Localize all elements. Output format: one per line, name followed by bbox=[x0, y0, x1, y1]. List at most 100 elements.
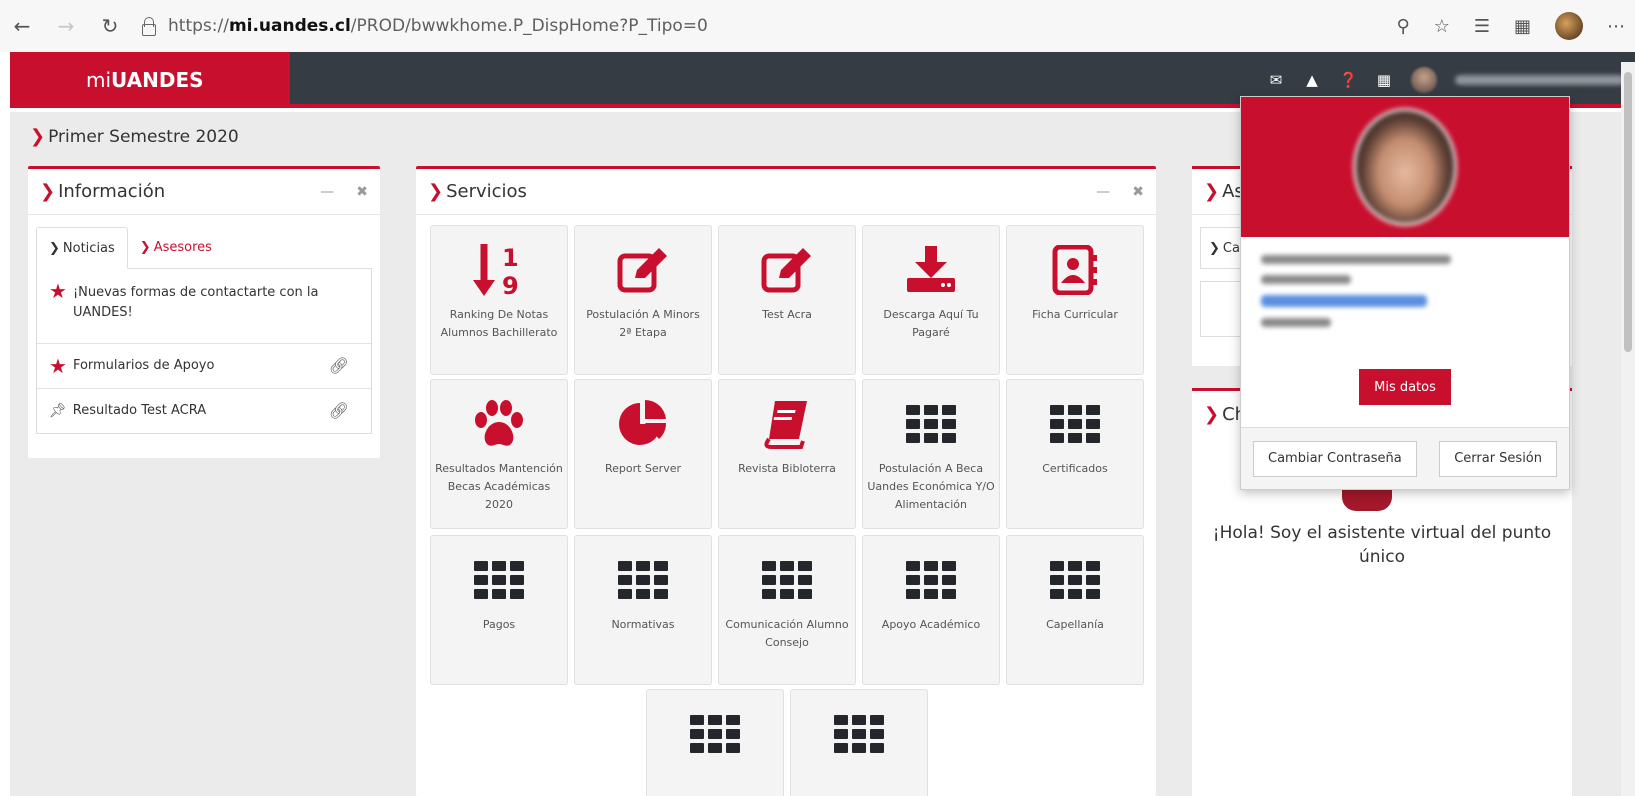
browser-toolbar: ← → ↻ https://mi.uandes.cl/PROD/bwwkhome… bbox=[0, 0, 1635, 52]
grid-icon bbox=[791, 706, 927, 762]
blurred-line bbox=[1261, 255, 1451, 264]
brand-logo[interactable]: mi UANDES bbox=[10, 52, 290, 108]
news-list: ★ ¡Nuevas formas de contactarte con la U… bbox=[36, 269, 372, 434]
service-tile[interactable] bbox=[646, 689, 784, 796]
info-panel-title: Información bbox=[58, 181, 166, 202]
contact-book-icon bbox=[1007, 242, 1143, 298]
page-scrollbar[interactable] bbox=[1621, 62, 1635, 796]
service-tile-ranking[interactable]: 19 Ranking De Notas Alumnos Bachillerato bbox=[430, 225, 568, 375]
sort-numeric-icon: 19 bbox=[431, 242, 567, 298]
mis-datos-button[interactable]: Mis datos bbox=[1359, 369, 1451, 405]
service-tile-pagos[interactable]: Pagos bbox=[430, 535, 568, 685]
browser-profile-avatar[interactable] bbox=[1555, 12, 1583, 40]
key-icon[interactable]: ⚲ bbox=[1397, 16, 1410, 37]
service-tile-normativas[interactable]: Normativas bbox=[574, 535, 712, 685]
service-tile-becas[interactable]: Resultados Mantención Becas Académicas 2… bbox=[430, 379, 568, 529]
calendar-icon[interactable]: ▦ bbox=[1375, 71, 1393, 89]
scrollbar-thumb[interactable] bbox=[1624, 72, 1632, 352]
tab-noticias[interactable]: ❯ Noticias bbox=[36, 227, 128, 269]
news-item[interactable]: ★ ¡Nuevas formas de contactarte con la U… bbox=[37, 269, 371, 343]
minimize-icon[interactable]: — bbox=[320, 184, 334, 200]
profile-info-blurred bbox=[1241, 237, 1569, 356]
change-password-button[interactable]: Cambiar Contraseña bbox=[1253, 440, 1417, 477]
service-tile-label: Apoyo Académico bbox=[881, 618, 981, 631]
services-panel: ❯ Servicios — ✖ 19 Ranking De Notas Alumno… bbox=[416, 166, 1156, 796]
tab-label: Noticias bbox=[62, 240, 115, 256]
news-item[interactable]: 📌︎ Resultado Test ACRA 🔗︎ bbox=[37, 388, 371, 433]
service-tile-apoyo[interactable]: Apoyo Académico bbox=[862, 535, 1000, 685]
blurred-email-line bbox=[1261, 295, 1427, 307]
user-menu-footer: Cambiar Contraseña Cerrar Sesión bbox=[1241, 427, 1569, 489]
grid-icon bbox=[719, 552, 855, 608]
service-tile-minors[interactable]: Postulación A Minors 2ª Etapa bbox=[574, 225, 712, 375]
minimize-icon[interactable]: — bbox=[1096, 184, 1110, 200]
grid-icon bbox=[647, 706, 783, 762]
url-host: mi.uandes.cl bbox=[228, 16, 351, 36]
user-name-blurred[interactable] bbox=[1455, 75, 1625, 85]
chevron-right-icon: ❯ bbox=[428, 181, 444, 202]
pin-icon: 📌︎ bbox=[49, 403, 67, 419]
user-avatar[interactable] bbox=[1411, 67, 1437, 93]
brand-prefix: mi bbox=[86, 68, 112, 92]
service-tile-bibloterra[interactable]: Revista Bibloterra bbox=[718, 379, 856, 529]
service-tile-label: Ranking De Notas Alumnos Bachillerato bbox=[440, 308, 558, 339]
service-tile-report-server[interactable]: Report Server bbox=[574, 379, 712, 529]
logout-button[interactable]: Cerrar Sesión bbox=[1439, 440, 1557, 477]
favorites-list-icon[interactable]: ☰ bbox=[1474, 16, 1490, 37]
service-tile-label: Ficha Curricular bbox=[1032, 308, 1118, 321]
chevron-right-icon: ❯ bbox=[1204, 403, 1220, 425]
paw-icon bbox=[431, 396, 567, 452]
blurred-line bbox=[1261, 275, 1351, 284]
service-tile-beca-uandes[interactable]: Postulación A Beca Uandes Económica Y/O … bbox=[862, 379, 1000, 529]
service-tile-pagare[interactable]: Descarga Aquí Tu Pagaré bbox=[862, 225, 1000, 375]
help-icon[interactable]: ❓ bbox=[1339, 71, 1358, 89]
service-tile-label: Pagos bbox=[482, 618, 516, 631]
reload-icon[interactable]: ↻ bbox=[88, 6, 132, 46]
service-tile-label: Report Server bbox=[604, 462, 682, 475]
star-icon: ★ bbox=[49, 354, 67, 378]
service-tile-label: Postulación A Beca Uandes Económica Y/O … bbox=[867, 462, 995, 511]
news-item[interactable]: ★ Formularios de Apoyo 🔗︎ bbox=[37, 343, 371, 388]
tab-label: Asesores bbox=[153, 240, 212, 255]
grid-icon bbox=[1007, 396, 1143, 452]
graduation-cap-icon[interactable]: ▲ bbox=[1303, 71, 1321, 89]
chatbot-logo bbox=[1342, 489, 1392, 511]
forward-icon[interactable]: → bbox=[44, 6, 88, 46]
service-tile-capellania[interactable]: Capellanía bbox=[1006, 535, 1144, 685]
user-dropdown-menu: Mis datos Cambiar Contraseña Cerrar Sesi… bbox=[1240, 96, 1570, 490]
mail-icon[interactable]: ✉ bbox=[1267, 71, 1285, 89]
news-item-label: Resultado Test ACRA bbox=[72, 403, 207, 418]
service-tile-test-acra[interactable]: Test Acra bbox=[718, 225, 856, 375]
close-icon[interactable]: ✖ bbox=[1132, 184, 1144, 200]
news-item-label: ¡Nuevas formas de contactarte con la UAN… bbox=[72, 285, 319, 320]
service-tile-label: Postulación A Minors 2ª Etapa bbox=[586, 308, 700, 339]
service-tile[interactable] bbox=[790, 689, 928, 796]
star-icon: ★ bbox=[49, 279, 67, 303]
pie-chart-icon bbox=[575, 396, 711, 452]
service-tile-comunicacion[interactable]: Comunicación Alumno Consejo bbox=[718, 535, 856, 685]
grid-icon bbox=[863, 552, 999, 608]
book-icon bbox=[719, 396, 855, 452]
url-path: /PROD/bwwkhome.P_DispHome?P_Tipo=0 bbox=[350, 16, 708, 36]
tab-asesores[interactable]: ❯ Asesores bbox=[128, 227, 224, 268]
grid-icon bbox=[863, 396, 999, 452]
info-tabs: ❯ Noticias ❯ Asesores bbox=[36, 227, 372, 269]
back-icon[interactable]: ← bbox=[0, 6, 44, 46]
service-tile-label: Revista Bibloterra bbox=[738, 462, 836, 475]
address-bar[interactable]: https://mi.uandes.cl/PROD/bwwkhome.P_Dis… bbox=[140, 16, 708, 36]
service-tile-ficha[interactable]: Ficha Curricular bbox=[1006, 225, 1144, 375]
chevron-right-icon: ❯ bbox=[49, 240, 60, 256]
favorite-star-icon[interactable]: ☆ bbox=[1434, 16, 1450, 37]
service-tile-label: Resultados Mantención Becas Académicas 2… bbox=[435, 462, 563, 511]
link-icon[interactable]: 🔗︎ bbox=[329, 401, 349, 420]
service-tile-label: Descarga Aquí Tu Pagaré bbox=[883, 308, 979, 339]
grid-icon bbox=[431, 552, 567, 608]
service-tile-label: Normativas bbox=[611, 618, 675, 631]
brand-bold: UANDES bbox=[111, 68, 204, 92]
svg-text:9: 9 bbox=[502, 272, 519, 298]
service-tile-certificados[interactable]: Certificados bbox=[1006, 379, 1144, 529]
more-menu-icon[interactable]: ⋯ bbox=[1607, 16, 1625, 37]
link-icon[interactable]: 🔗︎ bbox=[329, 356, 349, 375]
close-icon[interactable]: ✖ bbox=[356, 184, 368, 200]
collections-icon[interactable]: ▦ bbox=[1514, 16, 1531, 37]
